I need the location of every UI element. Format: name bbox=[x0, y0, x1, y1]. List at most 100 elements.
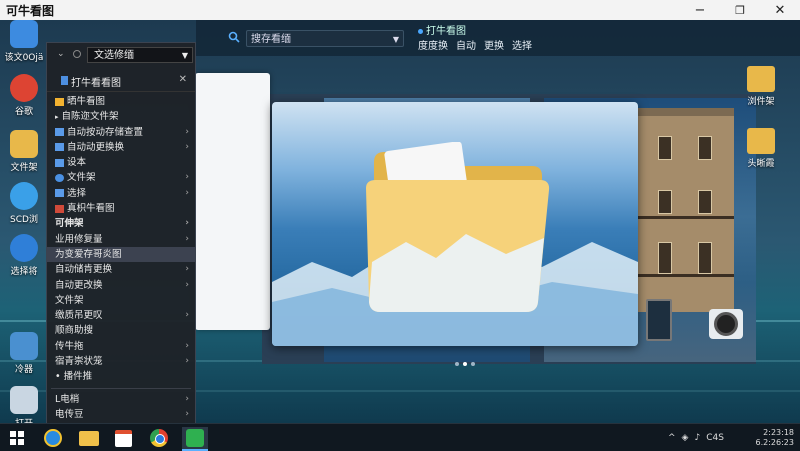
menu-item-label: 设本 bbox=[67, 157, 87, 169]
taskbar: ^ ◈ ♪ C4S 2:23:18 6.2:26:23 bbox=[0, 423, 800, 451]
menu-item-label: 可伸架 bbox=[55, 218, 84, 230]
page-dot[interactable] bbox=[455, 362, 459, 366]
star-icon bbox=[55, 97, 64, 106]
window-decoration bbox=[698, 190, 712, 214]
window-decoration bbox=[698, 242, 712, 274]
search-icon[interactable] bbox=[228, 31, 240, 43]
page-dot-active[interactable] bbox=[463, 362, 467, 366]
menu-item[interactable]: 真枳牛看图 bbox=[47, 201, 195, 216]
main-image-card[interactable] bbox=[272, 102, 638, 346]
chevron-down-icon[interactable]: ⌄ bbox=[57, 49, 65, 59]
desktop: 该文0Ojä 谷歌文件架 SCD浏选择将冷器打开 搜存看缅 ▼ 打牛看图 度度换自动… bbox=[0, 20, 800, 423]
clock[interactable]: 2:23:18 6.2:26:23 bbox=[746, 424, 794, 451]
radio-icon[interactable] bbox=[73, 50, 81, 58]
menu-item[interactable]: 晒牛看图 bbox=[47, 94, 195, 109]
menu-item[interactable]: • 播件推 bbox=[47, 369, 195, 384]
menu-subheader[interactable]: 打牛看看图 ✕ bbox=[47, 71, 195, 92]
folder-icon bbox=[55, 143, 64, 152]
menu-item[interactable]: 可伸架 › bbox=[47, 216, 195, 231]
desktop-shortcut[interactable]: 谷歌 bbox=[2, 74, 46, 117]
toolbar-action-button[interactable]: 自动 bbox=[456, 37, 476, 52]
menu-item[interactable]: 业用修复量 › bbox=[47, 232, 195, 247]
folder-icon bbox=[366, 142, 550, 312]
menu-item-label: 选择 bbox=[67, 187, 87, 199]
desktop-shortcut-label: 该文0Ojä bbox=[4, 53, 44, 63]
chevron-right-icon: › bbox=[185, 279, 189, 290]
menu-item[interactable]: 文件架 bbox=[47, 293, 195, 308]
menu-item[interactable]: 为变爱存哥炎图 bbox=[47, 246, 195, 263]
search-dropdown[interactable]: 搜存看缅 ▼ bbox=[246, 30, 404, 47]
chevron-right-icon: › bbox=[185, 172, 189, 183]
menu-item-label: 自动储肯更换 bbox=[55, 264, 113, 276]
menu-item[interactable]: ▸ 自陈迩文件架 bbox=[47, 109, 195, 124]
minimize-button[interactable]: − bbox=[680, 0, 720, 20]
viewer-app-icon[interactable] bbox=[182, 427, 208, 451]
desktop-shortcut[interactable]: 冷器 bbox=[2, 332, 46, 375]
chevron-up-icon[interactable]: ^ bbox=[668, 433, 676, 443]
ime-indicator[interactable]: C4S bbox=[706, 433, 724, 443]
chrome-icon[interactable] bbox=[146, 427, 172, 449]
menu-footer-item[interactable]: 电传豆 › bbox=[47, 407, 195, 422]
ie-icon[interactable] bbox=[40, 427, 66, 449]
menu-item[interactable]: 自动动更换换 › bbox=[47, 140, 195, 155]
menu-item-label: • 播件推 bbox=[55, 371, 93, 383]
close-button[interactable]: ✕ bbox=[760, 0, 800, 20]
desktop-shortcut[interactable]: 打开 bbox=[2, 386, 46, 423]
desktop-shortcut-label: 头晰霞 bbox=[747, 159, 775, 169]
page-dot[interactable] bbox=[471, 362, 475, 366]
monitor-icon bbox=[747, 66, 775, 92]
document-icon bbox=[10, 386, 38, 414]
network-icon[interactable]: ◈ bbox=[682, 433, 689, 443]
menu-item[interactable]: 传牛拖 › bbox=[47, 339, 195, 354]
bookmark-icon bbox=[61, 76, 68, 85]
menu-select-value: 文选修缅 bbox=[94, 50, 134, 61]
globe-icon bbox=[10, 234, 38, 262]
circle-icon bbox=[55, 173, 64, 182]
menu-item[interactable]: 设本 bbox=[47, 155, 195, 170]
windows-start-icon[interactable] bbox=[4, 427, 30, 449]
menu-item-label: 电传豆 bbox=[55, 408, 84, 420]
menu-item[interactable]: 自动更改换 › bbox=[47, 278, 195, 293]
chevron-right-icon: › bbox=[185, 264, 189, 275]
desktop-shortcut[interactable]: 浏件架 bbox=[736, 66, 786, 107]
window-title: 可牛看图 bbox=[6, 3, 55, 18]
desktop-shortcut[interactable]: 选择将 bbox=[2, 234, 46, 277]
desktop-shortcut[interactable]: SCD浏 bbox=[2, 182, 46, 225]
clock-date: 6.2:26:23 bbox=[755, 437, 794, 447]
chevron-right-icon: › bbox=[185, 233, 189, 244]
toolbar-action-button[interactable]: 更换 bbox=[484, 37, 504, 52]
menu-item-label: 晒牛看图 bbox=[67, 96, 106, 107]
volume-icon[interactable]: ♪ bbox=[694, 433, 700, 443]
menu-item[interactable]: 宿青崇状笼 › bbox=[47, 354, 195, 369]
menu-item-label: 自动更改换 bbox=[55, 279, 103, 291]
menu-item[interactable]: 自动储肯更换 › bbox=[47, 262, 195, 277]
file-explorer-icon[interactable] bbox=[76, 427, 102, 449]
arrow-right-icon: ▸ bbox=[55, 113, 59, 122]
phone-thumbnail[interactable] bbox=[646, 299, 672, 341]
menu-item[interactable]: 缴质吊更叹 › bbox=[47, 308, 195, 323]
desktop-shortcut-label: 谷歌 bbox=[14, 107, 33, 117]
desktop-shortcut[interactable]: 文件架 bbox=[2, 130, 46, 173]
window-decoration bbox=[658, 136, 672, 160]
close-icon[interactable]: ✕ bbox=[179, 74, 187, 85]
menu-item[interactable]: 顺商助搜 bbox=[47, 323, 195, 338]
desktop-shortcut[interactable]: 该文0Ojä bbox=[2, 20, 46, 63]
toolbar-action-button[interactable]: 度度换 bbox=[418, 37, 448, 52]
menu-select[interactable]: 文选修缅 ▼ bbox=[87, 47, 193, 63]
store-icon[interactable] bbox=[110, 427, 136, 449]
maximize-button[interactable]: ❐ bbox=[720, 0, 760, 20]
chevron-right-icon: › bbox=[185, 218, 189, 229]
page-indicator[interactable] bbox=[455, 362, 475, 366]
toolbar-action-button[interactable]: 选择 bbox=[512, 37, 532, 52]
background-card[interactable] bbox=[195, 73, 270, 330]
chevron-right-icon: › bbox=[185, 187, 189, 198]
menu-footer-item[interactable]: L电梢 › bbox=[47, 392, 195, 407]
menu-item[interactable]: 文件架 › bbox=[47, 170, 195, 185]
menu-item[interactable]: 选择 › bbox=[47, 186, 195, 201]
menu-item[interactable]: 自动按动存储查置 › bbox=[47, 125, 195, 140]
chevron-right-icon: › bbox=[185, 126, 189, 137]
menu-subheader-label: 打牛看看图 bbox=[71, 78, 121, 89]
desktop-shortcut[interactable]: 头晰霞 bbox=[736, 128, 786, 169]
camera-icon[interactable] bbox=[709, 309, 743, 339]
context-menu: ⌄ 文选修缅 ▼ 打牛看看图 ✕ 晒牛看图 ▸ 自陈迩文件架 自动按动存储查置 › 自动动… bbox=[46, 42, 196, 423]
